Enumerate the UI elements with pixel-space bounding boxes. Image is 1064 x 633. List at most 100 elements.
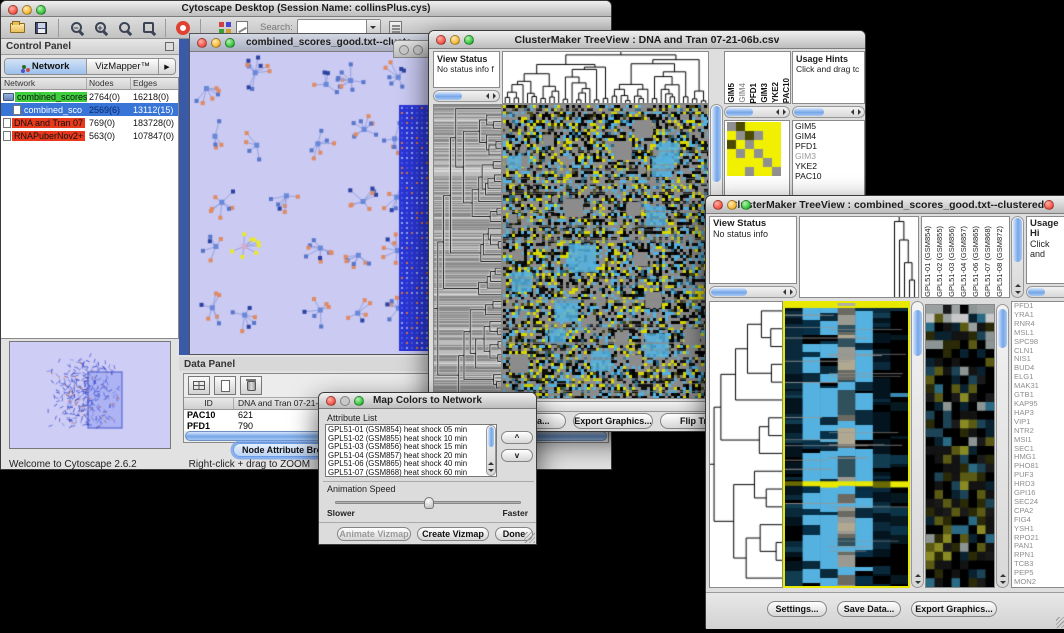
tv2-usage-scrollbar[interactable]	[1026, 286, 1064, 298]
tv1-zoom-scrollbar[interactable]	[724, 106, 790, 118]
network-table-header[interactable]: Network Nodes Edges	[1, 78, 178, 90]
data-panel-title: Data Panel	[179, 359, 235, 370]
tv1-gene-dendrogram[interactable]	[433, 104, 502, 399]
tv2-zoom-vscrollbar[interactable]	[996, 304, 1009, 588]
treeview1-title: ClusterMaker TreeView : DNA and Tran 07-…	[515, 34, 780, 46]
tv2-heatmap-vscrollbar[interactable]	[911, 301, 924, 588]
status-zoom-hint: Right-click + drag to ZOOM	[137, 459, 310, 471]
minimize-button[interactable]	[22, 5, 32, 15]
dialog-title: Map Colors to Network	[373, 395, 482, 406]
delete-attribute-icon[interactable]	[240, 376, 262, 395]
divider	[323, 481, 534, 482]
tv2-zoom-heatmap[interactable]	[925, 304, 995, 588]
tv2-heatmap[interactable]	[783, 301, 910, 588]
gene-label[interactable]: PFD1	[793, 141, 864, 151]
animation-speed-slider[interactable]	[335, 501, 521, 504]
create-vizmap-button[interactable]: Create Vizmap	[417, 527, 489, 541]
tv2-array-dendrogram[interactable]	[799, 216, 919, 298]
zoom-button[interactable]	[36, 5, 46, 15]
attribute-list-item[interactable]: GPL51-07 (GSM868) heat shock 60 min	[326, 469, 496, 477]
slower-label: Slower	[327, 508, 355, 518]
tv1-array-dendrogram[interactable]	[502, 51, 709, 104]
gene-label[interactable]: GIM3	[793, 151, 864, 161]
main-titlebar[interactable]: Cytoscape Desktop (Session Name: collins…	[1, 1, 611, 17]
array-label: GPL51-02 (GSM855)	[935, 226, 947, 297]
tv1-export-graphics-button[interactable]: Export Graphics...	[573, 413, 653, 429]
gene-label[interactable]: YKE2	[793, 161, 864, 171]
minimize-button[interactable]	[340, 396, 350, 406]
tv2-save-data-button[interactable]: Save Data...	[837, 601, 901, 617]
tv2-labels-vscrollbar[interactable]	[1011, 216, 1024, 298]
animate-vizmap-button[interactable]: Animate Vizmap	[337, 527, 411, 541]
array-label: GIM3	[760, 83, 771, 103]
new-attribute-icon[interactable]	[214, 376, 236, 395]
tv1-array-labels: GIM5GIM4PFD1GIM3YKE2PAC10	[724, 51, 791, 104]
zoom-selected-icon[interactable]	[115, 19, 133, 37]
gene-label[interactable]: MON2	[1012, 578, 1064, 587]
toolbar-separator	[58, 19, 59, 37]
tv2-export-graphics-button[interactable]: Export Graphics...	[911, 601, 997, 617]
open-file-icon[interactable]	[8, 19, 26, 37]
network-table-row[interactable]: DNA and Tran 07 769(0) 183728(0)	[1, 116, 178, 129]
move-down-button[interactable]: v	[501, 449, 533, 462]
zoom-out-icon[interactable]: −	[67, 19, 85, 37]
close-button[interactable]	[713, 200, 723, 210]
network-table-body: combined_scores 2764(0) 16218(0) combine…	[1, 90, 178, 142]
gene-label[interactable]: GIM5	[793, 121, 864, 131]
resize-grip[interactable]	[524, 532, 535, 543]
float-panel-icon[interactable]	[165, 42, 174, 51]
network-tab-icon	[22, 65, 26, 69]
tv2-settings-button[interactable]: Settings...	[767, 601, 827, 617]
treeview2-titlebar[interactable]: ClusterMaker TreeView : combined_scores_…	[706, 196, 1064, 214]
tab-vizmapper[interactable]: VizMapper™	[87, 59, 159, 74]
network-overview-canvas[interactable]	[10, 342, 170, 448]
network-table-row[interactable]: combined_sco 2569(6) 13112(15)	[1, 103, 178, 116]
attribute-select-icon[interactable]	[188, 376, 210, 395]
control-panel-title: Control Panel	[1, 41, 165, 52]
close-button[interactable]	[436, 35, 446, 45]
array-label: YKE2	[771, 82, 782, 103]
array-label: PFD1	[749, 83, 760, 103]
array-label: GPL51-08 (GSM872)	[995, 226, 1007, 297]
move-up-button[interactable]: ^	[501, 431, 533, 444]
network-table-row[interactable]: RNAPuberNov2+ 563(0) 107847(0)	[1, 129, 178, 142]
gene-label[interactable]: PAC10	[793, 171, 864, 181]
zoom-button[interactable]	[741, 200, 751, 210]
minimize-button[interactable]	[727, 200, 737, 210]
animation-speed-label: Animation Speed	[327, 484, 396, 494]
tv2-view-status: View StatusNo status info	[709, 216, 797, 284]
tv2-gene-dendrogram[interactable]	[709, 301, 783, 588]
tv1-zoom-heatmap[interactable]	[727, 122, 781, 176]
tab-network[interactable]: Network	[5, 59, 87, 74]
zoom-button[interactable]	[354, 396, 364, 406]
tv1-heatmap[interactable]	[502, 104, 709, 399]
gene-label[interactable]: GIM4	[793, 131, 864, 141]
close-button[interactable]	[8, 5, 18, 15]
treeview1-titlebar[interactable]: ClusterMaker TreeView : DNA and Tran 07-…	[429, 31, 865, 49]
zoom-button[interactable]	[225, 38, 235, 48]
attribute-list[interactable]: GPL51-01 (GSM854) heat shock 05 minGPL51…	[325, 424, 497, 477]
treeview2-window: ClusterMaker TreeView : combined_scores_…	[705, 195, 1064, 628]
toolbar-separator	[165, 19, 166, 37]
save-session-icon[interactable]	[32, 19, 50, 37]
close-button[interactable]	[326, 396, 336, 406]
inactive-close-button[interactable]	[399, 45, 409, 55]
tv1-usage-hints: Usage HintsClick and drag tc	[792, 51, 865, 104]
resize-grip[interactable]	[1056, 617, 1064, 628]
inactive-minimize-button[interactable]	[413, 45, 423, 55]
slider-thumb[interactable]	[424, 497, 434, 509]
zoom-fit-icon[interactable]	[139, 19, 157, 37]
search-label: Search:	[260, 22, 293, 33]
network-table-row[interactable]: combined_scores 2764(0) 16218(0)	[1, 90, 178, 103]
tv1-status-scrollbar[interactable]	[433, 90, 500, 102]
minimize-button[interactable]	[211, 38, 221, 48]
tv2-status-scrollbar[interactable]	[709, 286, 797, 298]
minimize-button[interactable]	[450, 35, 460, 45]
dialog-titlebar[interactable]: Map Colors to Network	[319, 393, 536, 409]
zoom-in-icon[interactable]: +	[91, 19, 109, 37]
zoom-button[interactable]	[464, 35, 474, 45]
tv1-usage-scrollbar[interactable]	[792, 106, 865, 118]
close-button[interactable]	[197, 38, 207, 48]
attribute-list-scrollbar[interactable]	[486, 425, 496, 476]
tab-overflow[interactable]: ▶	[159, 59, 175, 74]
